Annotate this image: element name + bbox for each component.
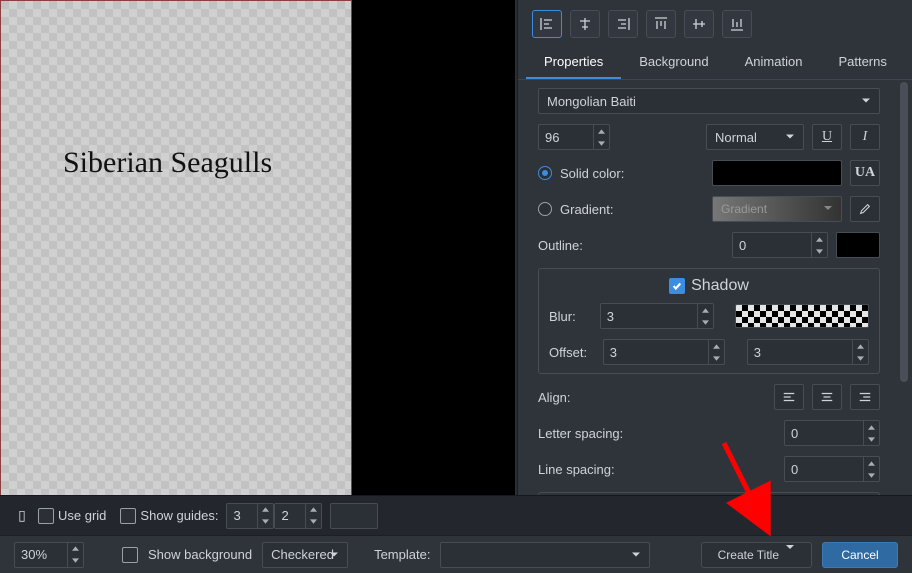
outline-color-swatch[interactable] [836, 232, 880, 258]
line-spacing-label: Line spacing: [538, 462, 615, 477]
shadow-checkbox[interactable] [669, 278, 685, 294]
shadow-group: Shadow Blur: 3 Offset: 3 [538, 268, 880, 374]
canvas-area: Siberian Seagulls [0, 0, 515, 528]
tab-animation[interactable]: Animation [727, 46, 821, 79]
guides-y-stepper[interactable]: 2 [274, 503, 322, 529]
outline-label: Outline: [538, 238, 583, 253]
line-spacing-stepper[interactable]: 0 [784, 456, 880, 482]
gradient-select[interactable]: Gradient [712, 196, 842, 222]
offset-label: Offset: [549, 345, 595, 360]
font-size-stepper[interactable]: 96 [538, 124, 610, 150]
show-background-label: Show background [148, 547, 252, 562]
template-label: Template: [374, 547, 430, 562]
guides-extra-input[interactable] [330, 503, 378, 529]
properties-panel: Properties Background Animation Patterns… [517, 0, 912, 528]
solid-color-swatch[interactable] [712, 160, 842, 186]
align-right-icon[interactable] [608, 10, 638, 38]
chevron-down-icon [861, 94, 871, 109]
bar1-left-icon[interactable]: ▯ [14, 508, 30, 524]
align-bottom-icon[interactable] [722, 10, 752, 38]
toolbar-bottom-1: ▯ Use grid Show guides: 3 2 [0, 495, 912, 535]
tab-background[interactable]: Background [621, 46, 726, 79]
solid-color-radio[interactable] [538, 166, 552, 180]
text-align-left-button[interactable] [774, 384, 804, 410]
align-left-icon[interactable] [532, 10, 562, 38]
gradient-radio[interactable] [538, 202, 552, 216]
blur-label: Blur: [549, 309, 592, 324]
show-background-checkbox[interactable] [122, 547, 138, 563]
create-title-button[interactable]: Create Title [701, 542, 812, 568]
show-guides-checkbox[interactable] [120, 508, 136, 524]
gradient-edit-button[interactable] [850, 196, 880, 222]
zoom-stepper[interactable]: 30% [14, 542, 84, 568]
cancel-button[interactable]: Cancel [822, 542, 898, 568]
color-options-button[interactable]: UA [850, 160, 880, 186]
underline-button[interactable]: U [812, 124, 842, 150]
align-vcenter-icon[interactable] [684, 10, 714, 38]
align-top-icon[interactable] [646, 10, 676, 38]
letter-spacing-stepper[interactable]: 0 [784, 420, 880, 446]
panel-scrollbar[interactable] [900, 82, 908, 502]
solid-color-label: Solid color: [560, 166, 624, 181]
align-hcenter-icon[interactable] [570, 10, 600, 38]
font-value: Mongolian Baiti [547, 94, 636, 109]
use-grid-checkbox[interactable] [38, 508, 54, 524]
text-align-right-button[interactable] [850, 384, 880, 410]
shadow-label: Shadow [691, 277, 749, 295]
align-toolbar [518, 0, 912, 46]
letter-spacing-label: Letter spacing: [538, 426, 623, 441]
font-weight-select[interactable]: Normal [706, 124, 804, 150]
text-align-center-button[interactable] [812, 384, 842, 410]
template-select[interactable] [440, 542, 650, 568]
use-grid-label: Use grid [58, 508, 106, 523]
offset-x-stepper[interactable]: 3 [603, 339, 725, 365]
tab-patterns[interactable]: Patterns [820, 46, 904, 79]
offset-y-stepper[interactable]: 3 [747, 339, 869, 365]
outline-stepper[interactable]: 0 [732, 232, 828, 258]
title-text[interactable]: Siberian Seagulls [63, 146, 272, 180]
show-guides-label: Show guides: [140, 508, 218, 523]
background-type-select[interactable]: Checkered [262, 542, 348, 568]
align-label: Align: [538, 390, 571, 405]
shadow-pattern-swatch[interactable] [735, 304, 869, 328]
gradient-label: Gradient: [560, 202, 613, 217]
title-canvas[interactable]: Siberian Seagulls [0, 0, 352, 498]
font-select[interactable]: Mongolian Baiti [538, 88, 880, 114]
guides-x-stepper[interactable]: 3 [226, 503, 274, 529]
toolbar-bottom-2: 30% Show background Checkered Template: … [0, 535, 912, 573]
tab-properties[interactable]: Properties [526, 46, 621, 79]
blur-stepper[interactable]: 3 [600, 303, 714, 329]
panel-tabs: Properties Background Animation Patterns [518, 46, 912, 80]
italic-button[interactable]: I [850, 124, 880, 150]
